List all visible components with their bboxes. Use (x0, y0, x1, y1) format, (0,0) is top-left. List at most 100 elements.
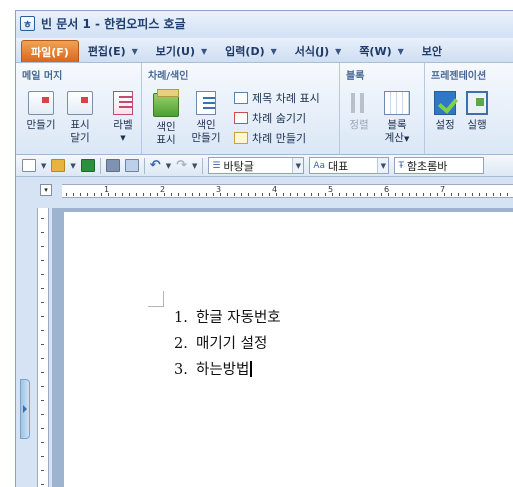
ruler-tick (248, 193, 249, 196)
ruler-tick (185, 193, 186, 196)
ribbon: 메일 머지 만들기 표시 달기 라벨 ▼ 차례/색인 색인 표시 색인 만들기 … (16, 62, 513, 155)
chevron-down-icon: ▼ (191, 161, 198, 170)
window-title: 빈 문서 1 - 한컴오피스 호글 (41, 17, 186, 31)
menu-insert[interactable]: 입력(D) ▼ (216, 40, 286, 62)
ruler-tick (108, 193, 109, 196)
menu-format[interactable]: 서식(J) ▼ (286, 40, 351, 62)
mail-merge-show-button[interactable]: 표시 달기 (64, 91, 96, 145)
chevron-down-icon[interactable]: ▼ (70, 162, 75, 170)
chevron-down-icon[interactable]: ▼ (41, 162, 46, 170)
label-label: 라벨 (113, 119, 133, 131)
ruler-tick (213, 193, 214, 196)
group-presentation-title: 프레젠테이션 (431, 71, 487, 82)
block-calc-button[interactable]: 블록 계산▼ (380, 91, 414, 146)
ruler-tick (318, 193, 319, 196)
ruler-tick (423, 193, 424, 196)
block-calc-icon (384, 91, 410, 115)
menu-edit[interactable]: 편집(E) ▼ (79, 40, 147, 62)
ruler-tick (255, 193, 256, 196)
text-cursor (250, 361, 252, 377)
document-area: 1. 한글 자동번호 2. 매기기 설정 3. 하는방법 (52, 208, 513, 487)
list-item-text: 하는방법 (196, 362, 250, 378)
vertical-ruler[interactable] (37, 208, 49, 487)
sort-button[interactable]: 정렬 (344, 91, 374, 132)
menu-file[interactable]: 파일(F) (21, 40, 79, 62)
list-item[interactable]: 2. 매기기 설정 (174, 331, 281, 357)
ruler-tick (122, 193, 123, 196)
numbered-list[interactable]: 1. 한글 자동번호 2. 매기기 설정 3. 하는방법 (174, 305, 281, 383)
list-item[interactable]: 1. 한글 자동번호 (174, 305, 281, 331)
chevron-down-icon[interactable]: ▼ (377, 158, 389, 173)
menu-page[interactable]: 쪽(W) ▼ (350, 40, 412, 62)
ruler-tick (304, 193, 305, 196)
ruler-tick (171, 193, 172, 196)
ruler-tick (136, 193, 137, 196)
ruler-tick (206, 193, 207, 196)
mail-merge-make-label: 만들기 (26, 119, 56, 131)
chevron-down-icon: ▼ (131, 46, 138, 56)
new-document-icon[interactable] (22, 159, 36, 172)
group-block: 블록 정렬 블록 계산▼ (340, 63, 425, 154)
hide-toc-button[interactable]: 차례 숨기기 (234, 110, 306, 126)
paragraph-select[interactable]: Aa 대표 ▼ (309, 157, 390, 174)
menu-edit-label: 편집(E) (87, 45, 126, 58)
ruler-tick (241, 193, 242, 196)
chevron-down-icon[interactable]: ▼ (292, 158, 304, 173)
ruler-tick (444, 193, 445, 196)
menu-view[interactable]: 보기(U) ▼ (147, 40, 216, 62)
ruler-tick (458, 193, 459, 196)
ruler-tick (41, 400, 44, 401)
undo-icon[interactable]: ↶ (150, 159, 161, 172)
save-icon[interactable] (80, 159, 95, 172)
style-select[interactable]: ☰ 바탕글 ▼ (208, 157, 305, 174)
menu-file-label: 파일(F) (31, 45, 69, 59)
ruler-tick (87, 193, 88, 196)
ruler-tick (486, 193, 487, 196)
ruler-tick (41, 302, 44, 303)
mail-merge-show-label: 표시 (70, 119, 90, 131)
ruler-tick (479, 193, 480, 196)
ruler-tick (465, 193, 466, 196)
list-item[interactable]: 3. 하는방법 (174, 357, 281, 383)
title-toc-button[interactable]: 제목 차례 표시 (234, 90, 320, 106)
toolbar-divider (99, 157, 101, 174)
chevron-down-icon[interactable]: ▼ (166, 162, 171, 170)
ruler-tick (41, 358, 44, 359)
open-folder-icon[interactable] (51, 159, 66, 172)
ruler-tick (41, 330, 44, 331)
index-make-button[interactable]: 색인 만들기 (186, 91, 226, 145)
label-button[interactable]: 라벨 ▼ (108, 91, 138, 145)
horizontal-ruler[interactable]: 1 2 3 4 5 6 7 (62, 184, 513, 198)
standard-toolbar: ▼ ▼ ↶ ▼ ↷ ▼ ☰ 바탕글 ▼ Aa 대표 ▼ Ŧ 함초롬바 (16, 155, 513, 177)
mail-merge-make-button[interactable]: 만들기 (24, 91, 58, 132)
group-mail-merge-title: 메일 머지 (22, 71, 63, 82)
ruler-corner-button[interactable]: ▾ (40, 184, 52, 196)
chevron-down-icon: ▼ (403, 135, 410, 143)
document-page[interactable]: 1. 한글 자동번호 2. 매기기 설정 3. 하는방법 (64, 212, 513, 487)
group-toc-index-title: 차례/색인 (148, 71, 189, 82)
group-toc-index: 차례/색인 색인 표시 색인 만들기 제목 차례 표시 차례 숨기기 차례 만들… (142, 63, 340, 154)
make-toc-button[interactable]: 차례 만들기 (234, 130, 306, 146)
menu-security[interactable]: 보안 (413, 40, 451, 62)
print-preview-icon[interactable] (124, 159, 139, 172)
ruler-tick (41, 470, 44, 471)
ruler-tick (283, 193, 284, 196)
font-select[interactable]: Ŧ 함초롬바 (394, 157, 485, 174)
make-toc-icon (234, 132, 248, 144)
ruler-tick (178, 193, 179, 196)
ruler-tick (129, 193, 130, 196)
style-icon: ☰ (212, 160, 221, 171)
side-panel-toggle[interactable] (20, 379, 30, 439)
presentation-settings-button[interactable]: 설정 (431, 91, 459, 132)
print-icon[interactable] (105, 159, 120, 172)
index-show-button[interactable]: 색인 표시 (150, 89, 182, 147)
ruler-tick (80, 193, 81, 196)
block-calc-label-2: 계산 (384, 132, 404, 144)
hwp-app-icon[interactable]: ㅎ (20, 16, 35, 31)
redo-icon: ↷ (176, 158, 187, 173)
ruler-row: ▾ 1 2 3 4 5 6 7 (16, 178, 513, 208)
margin-corner-mark (148, 291, 164, 307)
list-item-number: 3. (174, 362, 188, 378)
presentation-run-button[interactable]: 실행 (463, 91, 491, 132)
ruler-tick (41, 316, 44, 317)
